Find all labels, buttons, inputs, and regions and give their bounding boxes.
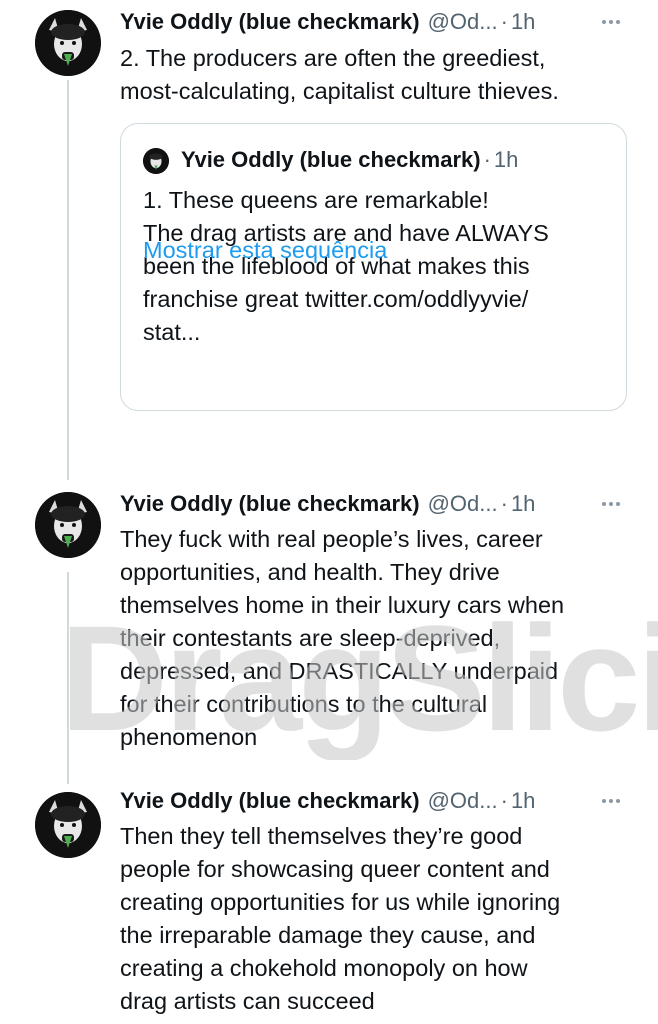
- quote-avatar: [143, 148, 169, 174]
- handle[interactable]: @Od...: [428, 788, 498, 814]
- tweet-header: Yvie Oddly (blue checkmark) @Od... · 1h: [120, 7, 638, 37]
- show-thread-link[interactable]: Mostrar esta sequência: [143, 234, 387, 267]
- display-name[interactable]: Yvie Oddly (blue checkmark): [120, 9, 420, 35]
- tweet-text: 2. The producers are often the greediest…: [120, 45, 559, 104]
- display-name[interactable]: Yvie Oddly (blue checkmark): [120, 788, 420, 814]
- display-name[interactable]: Yvie Oddly (blue checkmark): [120, 491, 420, 517]
- more-icon[interactable]: [598, 489, 624, 519]
- separator: ·: [500, 9, 508, 34]
- handle[interactable]: @Od...: [428, 9, 498, 35]
- quote-tweet[interactable]: Yvie Oddly (blue checkmark) · 1h 1. Thes…: [120, 123, 627, 411]
- separator: ·: [483, 147, 491, 172]
- handle[interactable]: @Od...: [428, 491, 498, 517]
- thread-line: [67, 572, 69, 784]
- avatar[interactable]: [35, 492, 101, 558]
- timestamp[interactable]: 1h: [511, 788, 535, 814]
- tweet-text: Then they tell themselves they’re good p…: [120, 823, 561, 1014]
- more-icon[interactable]: [598, 7, 624, 37]
- separator: ·: [500, 491, 508, 516]
- quote-header: Yvie Oddly (blue checkmark) · 1h: [181, 144, 518, 176]
- avatar[interactable]: [35, 792, 101, 858]
- separator: ·: [500, 788, 508, 813]
- tweet-header: Yvie Oddly (blue checkmark) @Od... · 1h: [120, 489, 638, 519]
- quote-display-name: Yvie Oddly (blue checkmark): [181, 147, 481, 172]
- tweet-text: They fuck with real people’s lives, care…: [120, 526, 565, 750]
- quote-timestamp: 1h: [493, 147, 519, 172]
- tweet-header: Yvie Oddly (blue checkmark) @Od... · 1h: [120, 786, 638, 816]
- timestamp[interactable]: 1h: [511, 491, 535, 517]
- thread-line: [67, 80, 69, 480]
- avatar[interactable]: [35, 10, 101, 76]
- more-icon[interactable]: [598, 786, 624, 816]
- timestamp[interactable]: 1h: [511, 9, 535, 35]
